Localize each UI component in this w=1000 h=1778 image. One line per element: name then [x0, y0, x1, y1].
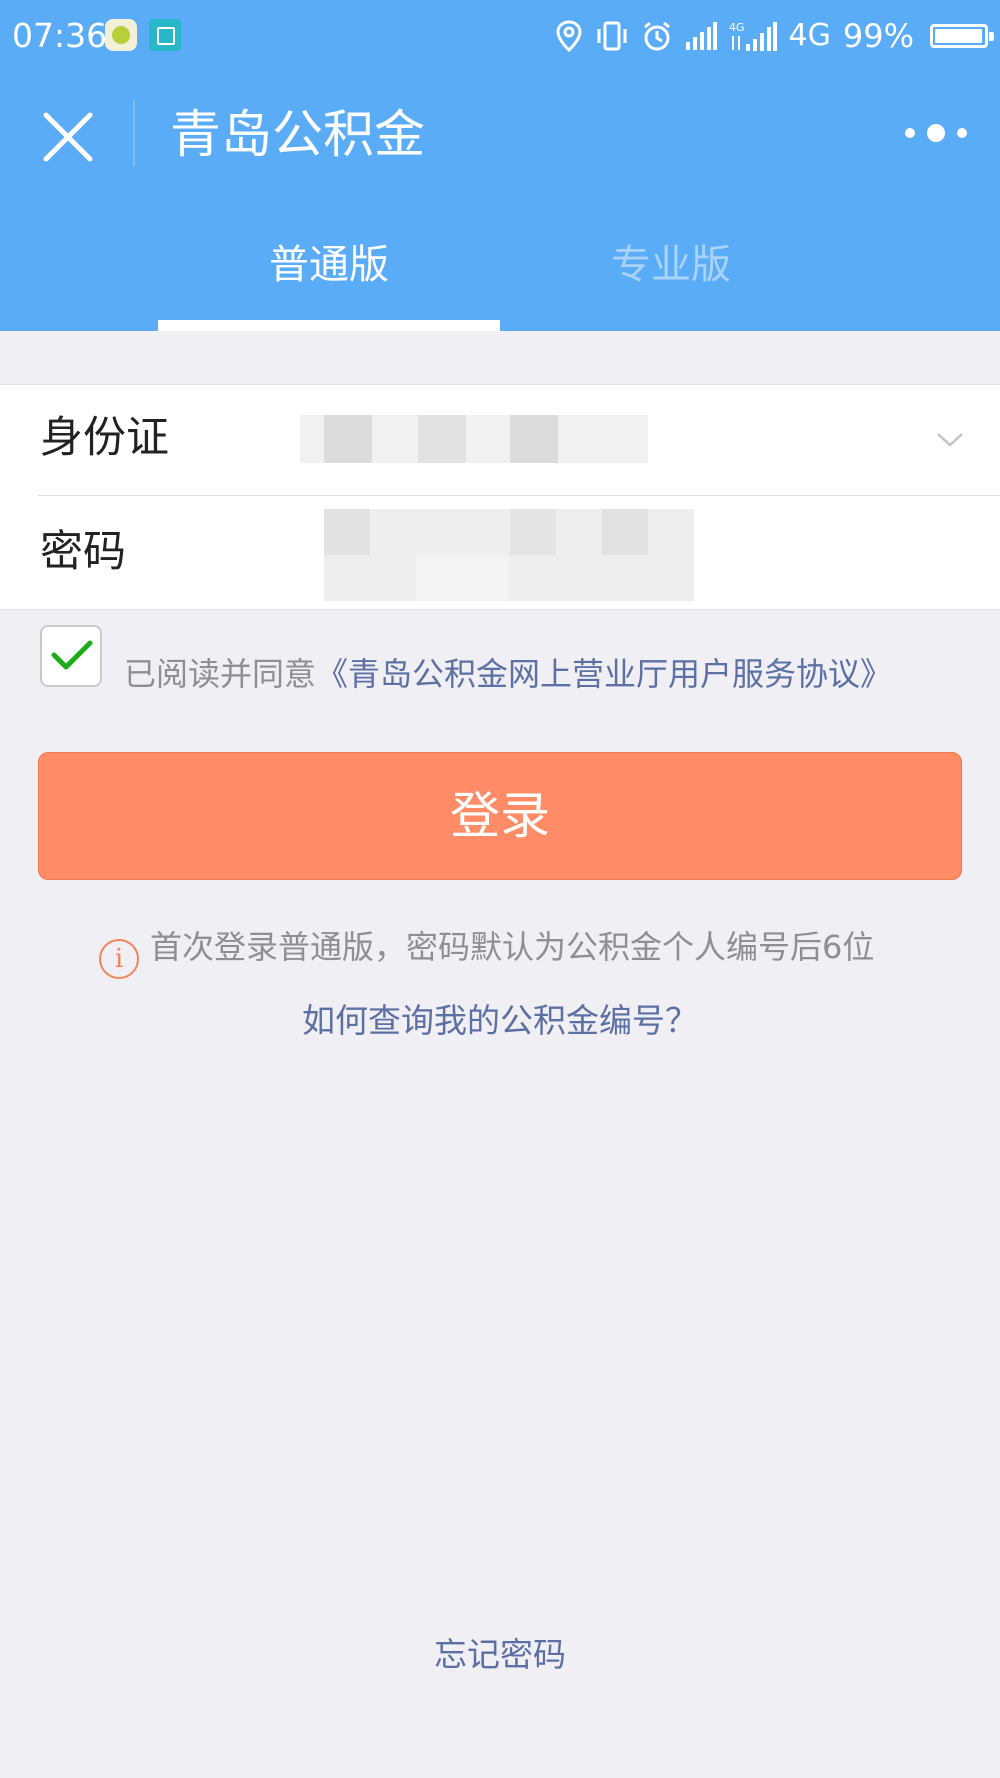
agreement-link[interactable]: 《青岛公积金网上营业厅用户服务协议》: [316, 655, 892, 693]
password-input[interactable]: [324, 509, 694, 601]
close-icon: [43, 112, 93, 162]
more-icon: [905, 128, 915, 138]
password-hint: 首次登录普通版，密码默认为公积金个人编号后6位: [150, 928, 875, 966]
battery-icon: [930, 24, 994, 48]
close-button[interactable]: [38, 107, 98, 167]
battery-percent: 99%: [842, 17, 914, 55]
info-icon: i: [99, 939, 139, 979]
page-title: 青岛公积金: [170, 106, 426, 165]
checkmark-icon: [51, 640, 93, 670]
header: 07:36 4G 4G 99% 青岛公积金 普通版 专业版: [0, 0, 1000, 331]
agreement-text: 已阅读并同意《青岛公积金网上营业厅用户服务协议》: [124, 652, 892, 696]
forgot-password-link[interactable]: 忘记密码: [0, 1632, 1000, 1678]
login-button[interactable]: 登录: [38, 752, 962, 880]
vibrate-icon: [597, 21, 627, 51]
location-icon: [556, 20, 582, 52]
status-bar: 07:36 4G 4G 99%: [0, 0, 1000, 72]
id-input[interactable]: [300, 415, 648, 463]
tab-normal[interactable]: 普通版: [158, 230, 500, 330]
tab-professional[interactable]: 专业版: [500, 230, 842, 330]
agreement-checkbox[interactable]: [40, 625, 102, 687]
chevron-down-icon[interactable]: [935, 425, 965, 455]
signal-icon: [685, 22, 717, 50]
svg-text:4G: 4G: [729, 21, 745, 34]
status-icons: 4G 4G 99%: [555, 14, 994, 58]
login-form: 身份证 密码: [0, 384, 1000, 610]
query-number-link[interactable]: 如何查询我的公积金编号？: [0, 998, 1000, 1044]
id-label: 身份证: [40, 413, 169, 463]
alarm-icon: [643, 21, 670, 51]
agreement-prefix: 已阅读并同意: [124, 655, 317, 693]
more-button[interactable]: [900, 113, 990, 153]
network-type: 4G: [788, 18, 831, 53]
signal-4g-icon: 4G: [729, 21, 777, 51]
status-time: 07:36: [12, 16, 108, 55]
screenshot-icon: [149, 19, 181, 51]
row-divider: [38, 495, 1000, 496]
password-label: 密码: [40, 527, 126, 577]
title-divider: [133, 100, 135, 166]
app-notification-icon: [105, 19, 137, 51]
tab-indicator: [158, 320, 500, 331]
